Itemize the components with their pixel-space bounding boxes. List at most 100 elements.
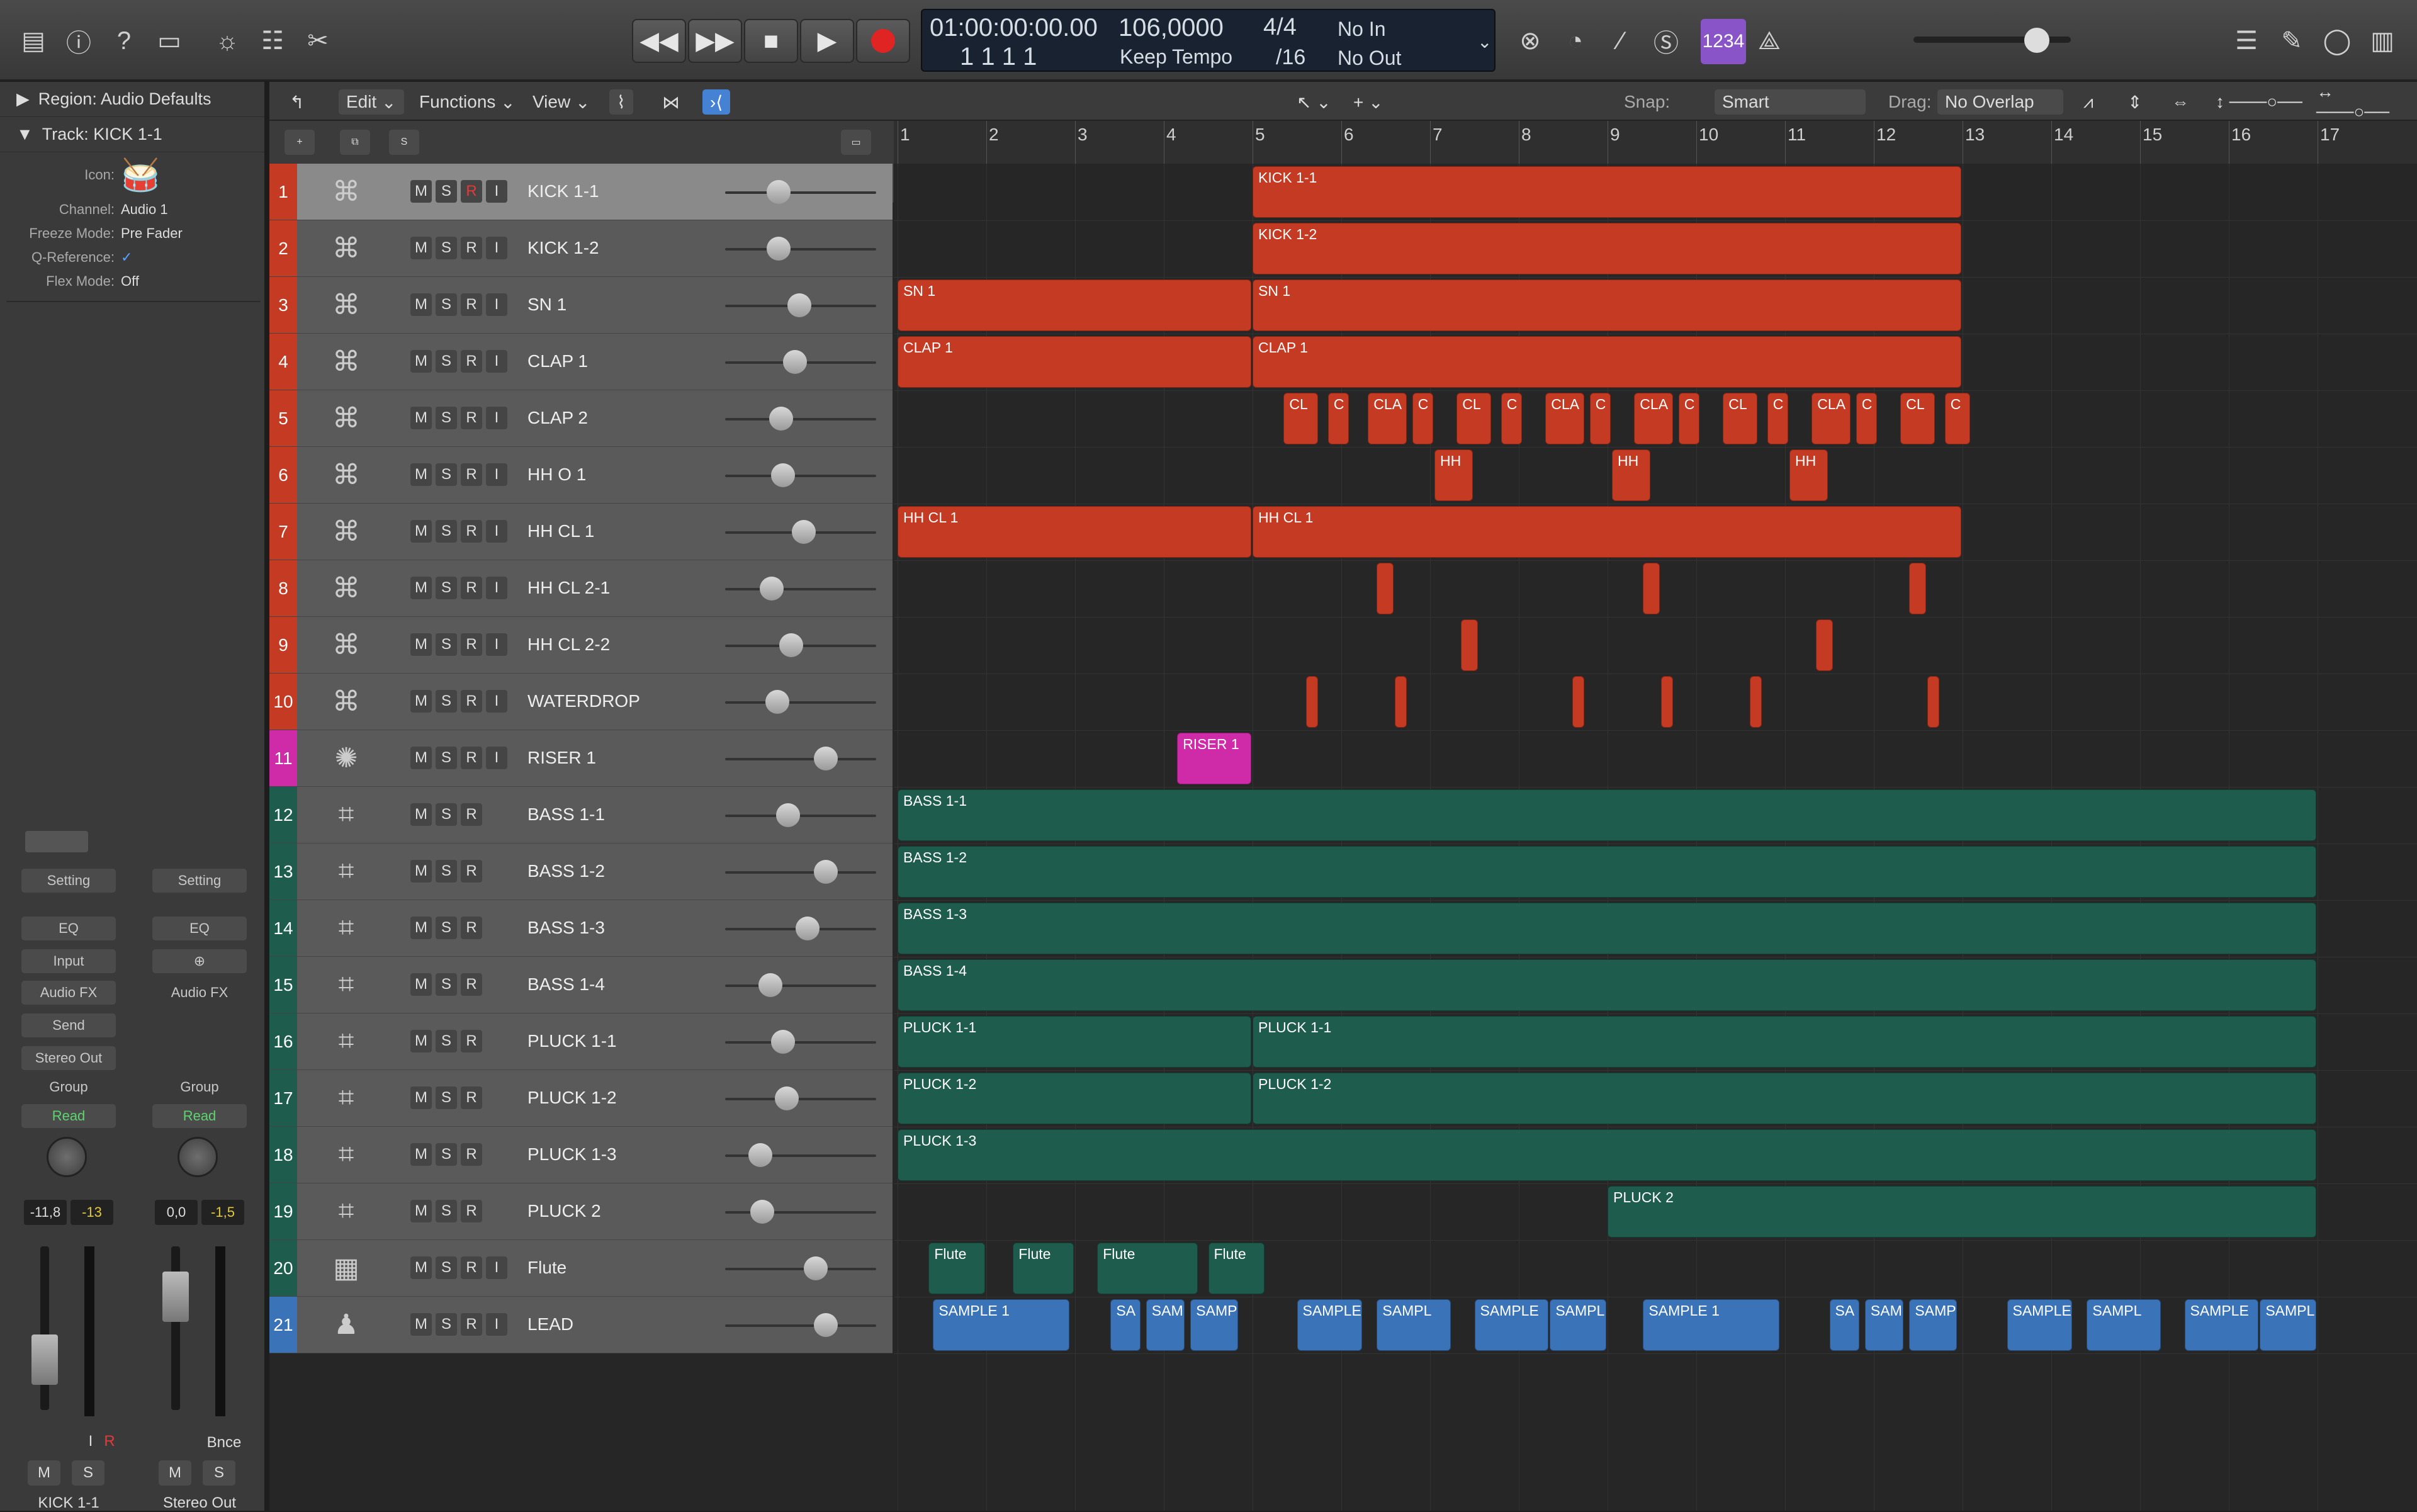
mute-button[interactable]: M	[410, 633, 432, 656]
region[interactable]: C	[1589, 393, 1611, 444]
track-volume-knob[interactable]	[779, 633, 803, 657]
solo-button[interactable]: S	[436, 1030, 457, 1052]
track-header-row[interactable]: 14 ⌗ M S R BASS 1-3	[269, 900, 893, 957]
track-volume-slider[interactable]	[725, 1200, 876, 1224]
qref-checkbox[interactable]: ✓	[121, 249, 132, 266]
track-name[interactable]: KICK 1-1	[527, 181, 599, 201]
track-volume-slider[interactable]	[725, 917, 876, 940]
link-icon[interactable]: ⊕	[152, 949, 247, 973]
track-header-row[interactable]: 5 ⌘ M S R I CLAP 2	[269, 390, 893, 447]
solo-button[interactable]: S	[436, 973, 457, 996]
mute-button[interactable]: M	[410, 1313, 432, 1336]
solo-button[interactable]: S	[436, 463, 457, 486]
duplicate-track-icon[interactable]: ⧉	[340, 130, 370, 155]
region[interactable]: KICK 1-1	[1253, 166, 1961, 218]
region[interactable]: HH	[1612, 449, 1651, 501]
region[interactable]: SA	[1829, 1299, 1859, 1351]
track-volume-knob[interactable]	[813, 860, 838, 884]
record-enable-button[interactable]: R	[461, 577, 482, 599]
track-volume-knob[interactable]	[804, 1256, 828, 1280]
region[interactable]: SAMPLE	[1474, 1299, 1549, 1351]
region[interactable]: BASS 1-4	[898, 959, 2316, 1011]
collapse-icon[interactable]: ▭	[841, 130, 871, 155]
group-button[interactable]: Group	[21, 1075, 116, 1099]
region[interactable]: SAMP	[1909, 1299, 1957, 1351]
region[interactable]: SN 1	[898, 279, 1251, 331]
track-name[interactable]: KICK 1-2	[527, 238, 599, 258]
horizontal-fit-icon[interactable]: ⇔	[2164, 89, 2197, 115]
input-monitor-button[interactable]: I	[486, 350, 507, 373]
solo-button[interactable]: S	[436, 237, 457, 259]
track-name[interactable]: HH CL 2-2	[527, 635, 610, 655]
region[interactable]: CLAP 1	[898, 336, 1251, 388]
volume-fader[interactable]	[31, 1334, 58, 1385]
track-volume-slider[interactable]	[725, 293, 876, 317]
region[interactable]: SAMPLE 1	[1643, 1299, 1779, 1351]
region[interactable]: Flute	[928, 1243, 985, 1294]
track-name[interactable]: BASS 1-3	[527, 918, 605, 938]
record-enable-button[interactable]: R	[461, 747, 482, 769]
audio-fx-button[interactable]: Audio FX	[21, 981, 116, 1005]
record-enable-button[interactable]: R	[461, 633, 482, 656]
region[interactable]: BASS 1-3	[898, 903, 2316, 954]
back-icon[interactable]: ↰	[282, 89, 312, 115]
region[interactable]: CLA	[1368, 393, 1407, 444]
record-enable-button[interactable]: R	[461, 463, 482, 486]
track-name[interactable]: HH O 1	[527, 465, 586, 485]
track-header-row[interactable]: 17 ⌗ M S R PLUCK 1-2	[269, 1070, 893, 1127]
track-header-row[interactable]: 4 ⌘ M S R I CLAP 1	[269, 334, 893, 390]
track-volume-slider[interactable]	[725, 350, 876, 374]
flex-icon[interactable]: ⋈	[655, 89, 687, 115]
solo-button[interactable]: S	[436, 917, 457, 939]
record-enable-button[interactable]: R	[461, 180, 482, 203]
automation-mode-button[interactable]: Read	[21, 1104, 116, 1128]
track-volume-slider[interactable]	[725, 1313, 876, 1337]
region[interactable]: SAMP	[1190, 1299, 1238, 1351]
track-name[interactable]: PLUCK 2	[527, 1201, 601, 1221]
region[interactable]: SA	[1110, 1299, 1141, 1351]
region[interactable]: CL	[1723, 393, 1757, 444]
smart-controls-icon[interactable]: ☼	[205, 19, 249, 63]
track-volume-knob[interactable]	[776, 803, 801, 827]
automation-icon[interactable]: ⌇	[609, 89, 633, 115]
inspector-icon[interactable]: ⓘ	[57, 19, 101, 63]
track-volume-knob[interactable]	[758, 973, 782, 997]
region[interactable]: SAMPLE	[2007, 1299, 2073, 1351]
region[interactable]: SAMPL	[1550, 1299, 1606, 1351]
volume-fader-track[interactable]	[40, 1246, 49, 1410]
track-name[interactable]: PLUCK 1-3	[527, 1144, 617, 1165]
record-enable-button[interactable]: R	[461, 407, 482, 429]
record-enable-button[interactable]: R	[461, 1256, 482, 1279]
automation-mode-button[interactable]: Read	[152, 1104, 247, 1128]
region[interactable]: PLUCK 1-1	[898, 1016, 1251, 1068]
mute-button[interactable]: M	[410, 1256, 432, 1279]
region[interactable]: CLA	[1634, 393, 1673, 444]
track-name[interactable]: CLAP 2	[527, 408, 588, 428]
region[interactable]: CLA	[1545, 393, 1584, 444]
track-volume-slider[interactable]	[725, 237, 876, 261]
solo-button[interactable]: S	[436, 407, 457, 429]
setting-button[interactable]: Setting	[152, 869, 247, 893]
waveform-zoom-icon[interactable]: ⩘	[2076, 89, 2101, 115]
eq-button[interactable]: EQ	[21, 917, 116, 940]
pan-knob[interactable]	[47, 1137, 87, 1177]
region[interactable]: C	[1678, 393, 1700, 444]
global-solo-button[interactable]: S	[389, 130, 419, 155]
volume-fader-track[interactable]	[171, 1246, 180, 1410]
track-volume-knob[interactable]	[787, 293, 811, 317]
track-volume-knob[interactable]	[783, 350, 808, 374]
region[interactable]	[1660, 676, 1673, 728]
region[interactable]	[1377, 563, 1394, 614]
bounce-button[interactable]: Bnce	[199, 1430, 249, 1455]
track-name[interactable]: Flute	[527, 1258, 566, 1278]
input-monitor-button[interactable]: I	[486, 690, 507, 713]
track-name[interactable]: PLUCK 1-1	[527, 1031, 617, 1051]
add-track-button[interactable]: +	[285, 130, 315, 155]
track-name[interactable]: PLUCK 1-2	[527, 1088, 617, 1108]
track-header-row[interactable]: 6 ⌘ M S R I HH O 1	[269, 447, 893, 504]
catch-icon[interactable]: ›⟨	[702, 89, 731, 115]
track-volume-knob[interactable]	[770, 1030, 795, 1054]
mute-button[interactable]: M	[410, 917, 432, 939]
input-monitor-button[interactable]: I	[486, 180, 507, 203]
mute-button[interactable]: M	[410, 803, 432, 826]
